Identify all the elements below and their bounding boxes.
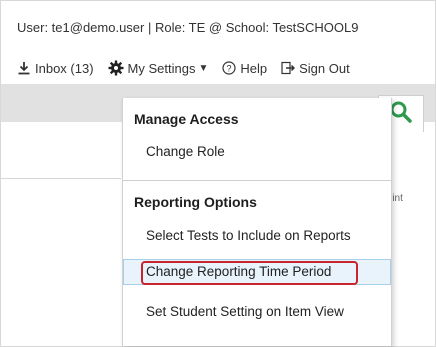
reporting-options-heading: Reporting Options (134, 194, 257, 210)
page-divider (1, 178, 121, 179)
search-icon (389, 100, 413, 129)
sign-out-link[interactable]: Sign Out (281, 61, 350, 76)
inbox-link[interactable]: Inbox (13) (17, 61, 94, 76)
highlight-outline (141, 261, 358, 285)
gear-icon (108, 60, 124, 76)
caret-down-icon: ▼ (198, 62, 209, 74)
top-navigation: Inbox (13) My Settings ▼ ? Help Sign Out (17, 55, 364, 81)
select-tests-item[interactable]: Select Tests to Include on Reports (146, 228, 351, 243)
menu-divider (123, 180, 391, 181)
download-icon (17, 61, 31, 75)
my-settings-label: My Settings (127, 60, 196, 76)
change-role-item[interactable]: Change Role (146, 144, 225, 159)
inbox-label: Inbox (13) (35, 60, 94, 76)
my-settings-menu[interactable]: My Settings ▼ (108, 60, 209, 76)
manage-access-heading: Manage Access (134, 111, 239, 127)
help-label: Help (240, 60, 268, 76)
svg-text:?: ? (227, 64, 232, 74)
sign-out-label: Sign Out (299, 60, 350, 76)
user-info: User: te1@demo.user | Role: TE @ School:… (17, 20, 359, 35)
my-settings-dropdown: Manage Access Change Role Reporting Opti… (122, 98, 392, 346)
sign-out-icon (281, 61, 296, 75)
help-link[interactable]: ? Help (222, 61, 267, 76)
help-icon: ? (222, 61, 236, 75)
set-student-setting-item[interactable]: Set Student Setting on Item View (146, 304, 344, 319)
